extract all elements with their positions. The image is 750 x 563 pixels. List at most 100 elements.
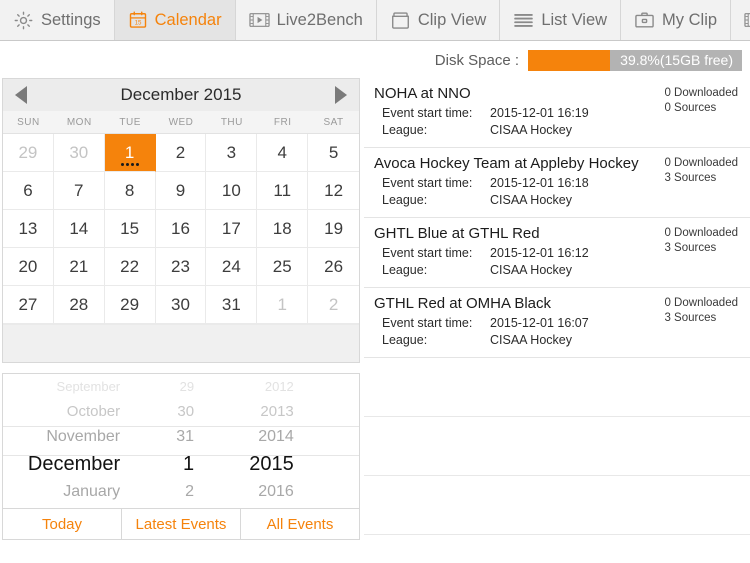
calendar-day-cell[interactable]: 10 (206, 172, 258, 210)
calendar-day-cell[interactable]: 26 (308, 248, 359, 286)
disk-space-row: Disk Space : 39.8%(15GB free) (0, 42, 750, 78)
calendar-day-cell[interactable]: 30 (155, 286, 207, 324)
tab-list-view[interactable]: List View (500, 0, 622, 40)
picker-month-option[interactable]: October (67, 399, 120, 424)
weekday-label: TUE (119, 116, 141, 128)
calendar-day-cell[interactable]: 29 (3, 134, 54, 172)
calendar-day-cell[interactable]: 5 (308, 134, 359, 172)
calendar-day-cell[interactable]: 25 (257, 248, 309, 286)
calendar-day-cell[interactable]: 2 (308, 286, 359, 324)
weekday-label: SUN (17, 116, 40, 128)
calendar-day-cell[interactable]: 2 (155, 134, 207, 172)
film-play-icon (248, 11, 270, 29)
tab-clip-view[interactable]: Clip View (376, 0, 501, 40)
calendar-day-cell[interactable]: 1 (257, 286, 309, 324)
weekday-label: MON (66, 116, 92, 128)
event-row[interactable]: NOHA at NNO Event start time: 2015-12-01… (364, 78, 750, 148)
all-events-button[interactable]: All Events (241, 509, 359, 539)
picker-month-option[interactable]: November (46, 424, 120, 449)
weekday-label: WED (168, 116, 194, 128)
picker-day-option[interactable]: 31 (176, 424, 194, 449)
calendar-day-cell[interactable]: 15 (104, 210, 156, 248)
event-dot (120, 163, 124, 166)
calendar-day-cell[interactable]: 21 (53, 248, 105, 286)
tab-label: List View (541, 10, 608, 29)
picker-month-option[interactable]: September (57, 374, 121, 399)
calendar-day-cell[interactable]: 6 (3, 172, 54, 210)
latest-events-button[interactable]: Latest Events (122, 509, 241, 539)
tab-live2bench[interactable]: Live2Bench (235, 0, 377, 40)
calendar-icon: 15 (128, 10, 148, 30)
list-lines-icon (513, 12, 534, 29)
calendar-day-cell[interactable]: 18 (257, 210, 309, 248)
next-month-arrow-icon[interactable] (335, 86, 347, 104)
prev-month-arrow-icon[interactable] (15, 86, 27, 104)
calendar-day-cell[interactable]: 11 (257, 172, 309, 210)
clip-box-icon (390, 11, 411, 30)
tab-settings[interactable]: Settings (0, 0, 115, 40)
calendar-day-cell[interactable]: 23 (155, 248, 207, 286)
date-picker-wheel[interactable]: SeptemberOctoberNovemberDecemberJanuaryF… (2, 373, 360, 509)
calendar-day-cell[interactable]: 19 (308, 210, 359, 248)
picker-day-option[interactable]: 30 (177, 399, 194, 424)
left-panel: December 2015 SUN MON TUE WED THU FRI SA… (2, 78, 360, 540)
picker-month-option[interactable]: February (60, 504, 120, 508)
tab-calendar[interactable]: 15 Calendar (114, 0, 236, 40)
calendar-day-cell[interactable]: 1 (104, 134, 156, 172)
event-start-time-key: Event start time: (382, 176, 473, 190)
picker-year-option[interactable]: 2014 (258, 424, 294, 449)
calendar-day-cell[interactable]: 31 (206, 286, 258, 324)
calendar-day-cell[interactable]: 9 (155, 172, 207, 210)
calendar-header: December 2015 (3, 79, 359, 111)
tab-my-clip[interactable]: My Clip (621, 0, 732, 40)
calendar-day-cell[interactable]: 7 (53, 172, 105, 210)
calendar-day-cell[interactable]: 4 (257, 134, 309, 172)
event-counts: 0 Downloaded 0 Sources (664, 86, 738, 116)
event-dot (135, 163, 139, 166)
event-dots (105, 163, 155, 166)
picker-year-column[interactable]: 2012201320142015201620172018 (200, 374, 302, 508)
disk-space-fill (528, 49, 610, 71)
day-number: 6 (23, 180, 33, 200)
picker-month-option[interactable]: December (28, 449, 120, 479)
day-number: 11 (273, 180, 292, 200)
calendar-day-cell[interactable]: 3 (206, 134, 258, 172)
calendar-day-cell[interactable]: 27 (3, 286, 54, 324)
calendar-day-cell[interactable]: 16 (155, 210, 207, 248)
picker-day-option[interactable]: 1 (183, 449, 194, 479)
calendar-day-cell[interactable]: 12 (308, 172, 359, 210)
picker-year-option[interactable]: 2016 (258, 479, 294, 504)
tab-dual-view[interactable]: Dual View (731, 0, 750, 40)
event-row[interactable]: GTHL Red at OMHA Black Event start time:… (364, 288, 750, 358)
picker-month-option[interactable]: January (63, 479, 120, 504)
picker-year-option[interactable]: 2013 (260, 399, 293, 424)
today-button[interactable]: Today (3, 509, 122, 539)
calendar-day-cell[interactable]: 17 (206, 210, 258, 248)
picker-day-option[interactable]: 2 (185, 479, 194, 504)
tab-label: Calendar (154, 10, 222, 29)
event-row-empty (364, 476, 750, 535)
event-row[interactable]: GHTL Blue at GTHL Red Event start time: … (364, 218, 750, 288)
calendar-day-cell[interactable]: 8 (104, 172, 156, 210)
calendar-day-cell[interactable]: 20 (3, 248, 54, 286)
picker-day-option[interactable]: 3 (186, 504, 194, 508)
day-number: 22 (120, 256, 140, 276)
picker-year-option[interactable]: 2012 (265, 374, 294, 399)
event-sources-count: 0 Sources (664, 102, 717, 114)
event-list[interactable]: NOHA at NNO Event start time: 2015-12-01… (364, 78, 750, 563)
calendar-day-cell[interactable]: 14 (53, 210, 105, 248)
day-number: 20 (18, 256, 38, 276)
calendar-day-cell[interactable]: 28 (53, 286, 105, 324)
calendar-day-cell[interactable]: 13 (3, 210, 54, 248)
picker-year-option[interactable]: 2017 (260, 504, 293, 508)
weekday-label: FRI (273, 116, 292, 128)
event-row[interactable]: Avoca Hockey Team at Appleby Hockey Even… (364, 148, 750, 218)
picker-year-option[interactable]: 2015 (249, 449, 294, 479)
picker-month-column[interactable]: SeptemberOctoberNovemberDecemberJanuaryF… (3, 374, 130, 508)
calendar-day-cell[interactable]: 29 (104, 286, 156, 324)
picker-day-option[interactable]: 29 (180, 374, 194, 399)
calendar-day-cell[interactable]: 30 (53, 134, 105, 172)
calendar-day-cell[interactable]: 24 (206, 248, 258, 286)
calendar-day-cell[interactable]: 22 (104, 248, 156, 286)
picker-day-column[interactable]: 2930311234 (130, 374, 200, 508)
